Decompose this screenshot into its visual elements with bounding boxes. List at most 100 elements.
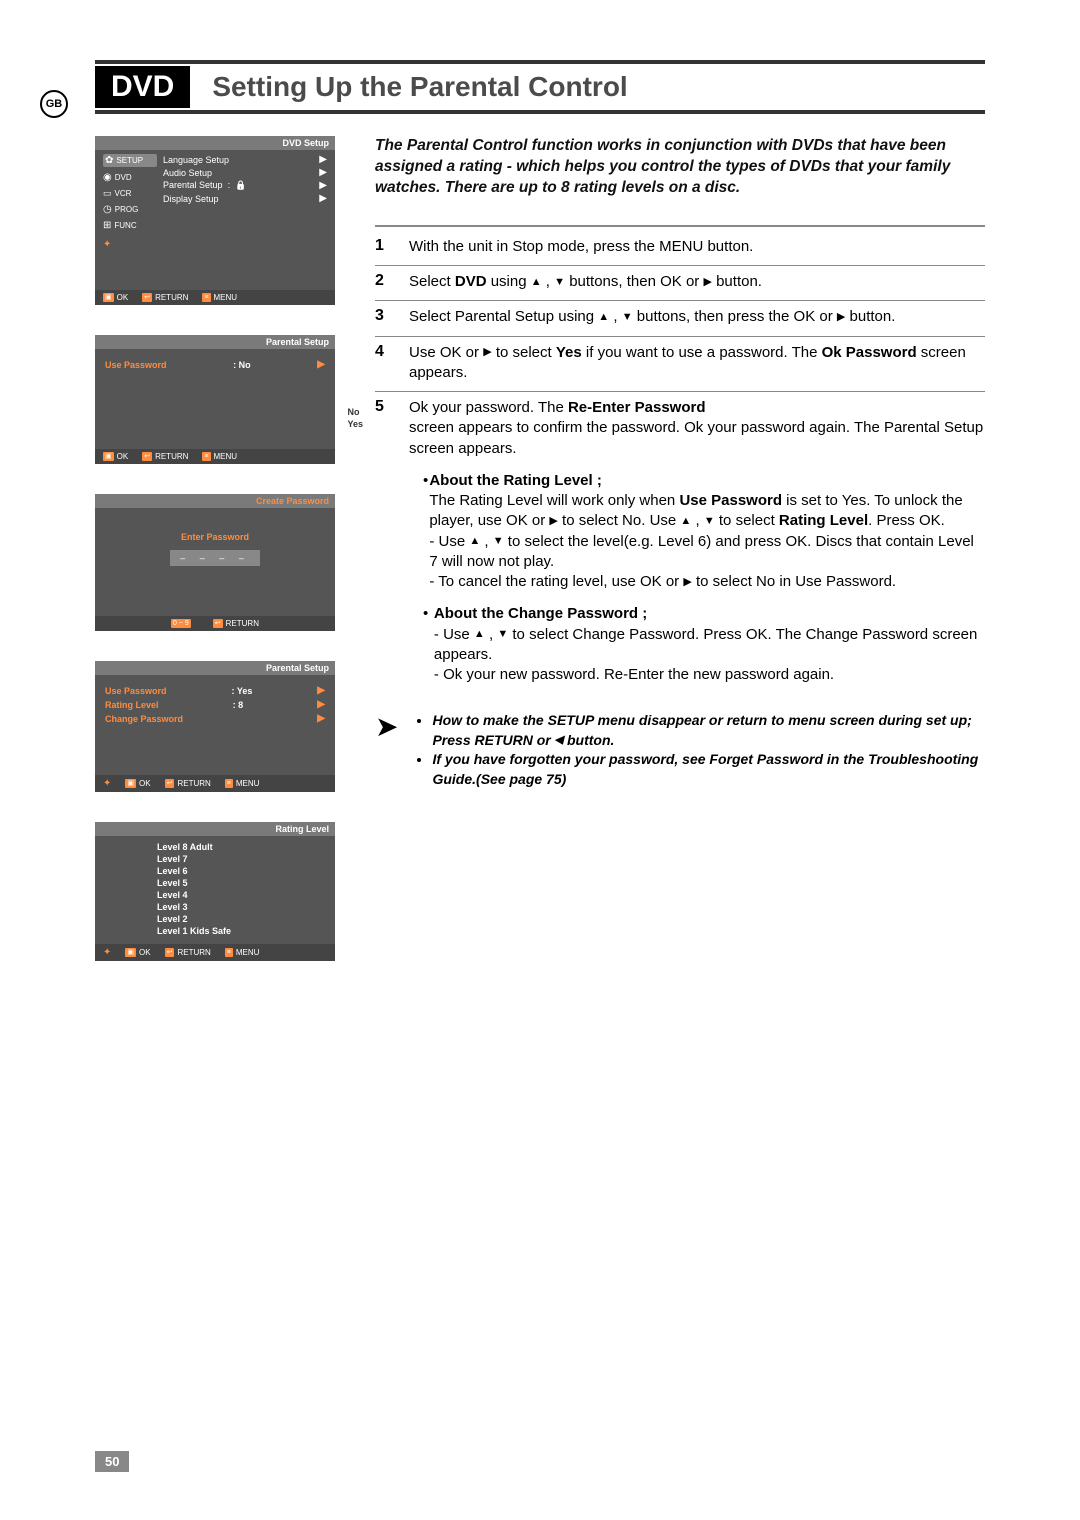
level-7: Level 7: [157, 854, 335, 864]
right-triangle-icon: ▶: [317, 359, 325, 370]
return-icon: ↩: [165, 948, 175, 957]
page-header: DVD Setting Up the Parental Control: [95, 60, 985, 114]
dpad-icon: [103, 778, 111, 789]
step-number: 5: [375, 398, 409, 685]
menu-icon: ≡: [225, 779, 233, 788]
option-yes: Yes: [347, 419, 363, 431]
dpad-icon: [103, 239, 111, 250]
footer-menu: MENU: [236, 779, 260, 788]
right-triangle-icon: ▶: [483, 345, 491, 360]
footer-return: RETURN: [226, 619, 259, 628]
osd-title: DVD Setup: [282, 138, 329, 148]
sub-heading: About the Change Password ;: [434, 605, 647, 622]
step-2: 2 Select DVD using ▲ , ▼ buttons, then O…: [375, 266, 985, 301]
osd-rating-level: Rating Level Level 8 Adult Level 7 Level…: [95, 822, 335, 961]
row-change-password: Change Password: [105, 714, 183, 724]
level-6: Level 6: [157, 866, 335, 876]
sidebar-item-dvd: DVD: [115, 173, 132, 182]
footer-menu: MENU: [214, 452, 238, 461]
right-triangle-icon: ▶: [319, 180, 327, 191]
gear-icon: [105, 155, 113, 166]
page-title: Setting Up the Parental Control: [212, 71, 627, 103]
down-triangle-icon: ▼: [622, 310, 633, 325]
right-triangle-icon: ▶: [319, 167, 327, 178]
menu-icon: ≡: [225, 948, 233, 957]
step-text: Ok your password. The Re-Enter Password …: [409, 398, 985, 685]
sidebar-item-prog: PROG: [115, 205, 139, 214]
return-icon: ↩: [142, 293, 152, 302]
row-rating-level-value: : 8: [233, 700, 244, 710]
footer-return: RETURN: [177, 948, 210, 957]
disc-icon: [103, 172, 112, 183]
note-item: How to make the SETUP menu disappear or …: [432, 711, 985, 750]
footer-ok: OK: [117, 452, 129, 461]
range-icon: 0 ~ 9: [171, 619, 191, 628]
note-arrow-icon: ➤: [375, 711, 398, 789]
step-number: 4: [375, 343, 409, 384]
ok-icon: ▣: [125, 779, 136, 788]
down-triangle-icon: ▼: [704, 514, 715, 529]
osd-title: Parental Setup: [266, 663, 329, 673]
option-no: No: [347, 407, 363, 419]
osd-parental-setup-2: Parental Setup Use Password: Yes▶ Rating…: [95, 661, 335, 792]
step-text: Select Parental Setup using ▲ , ▼ button…: [409, 307, 895, 327]
ok-icon: ▣: [125, 948, 136, 957]
row-use-password: Use Password: [105, 686, 167, 696]
step-4: 4 Use OK or ▶ to select Yes if you want …: [375, 337, 985, 393]
up-triangle-icon: ▲: [598, 310, 609, 325]
footer-return: RETURN: [155, 452, 188, 461]
osd-create-password: Create Password Enter Password – – – – 0…: [95, 494, 335, 631]
section-badge: DVD: [95, 66, 190, 108]
step-5: 5 Ok your password. The Re-Enter Passwor…: [375, 392, 985, 693]
step-text: Use OK or ▶ to select Yes if you want to…: [409, 343, 985, 384]
step-text: Select DVD using ▲ , ▼ buttons, then OK …: [409, 272, 762, 292]
side-options: No Yes: [347, 407, 363, 430]
right-triangle-icon: ▶: [317, 713, 325, 724]
up-triangle-icon: ▲: [474, 627, 485, 642]
func-icon: [103, 220, 111, 231]
password-field: – – – –: [170, 550, 260, 566]
sidebar-item-func: FUNC: [114, 221, 136, 230]
right-triangle-icon: ▶: [703, 275, 711, 290]
right-triangle-icon: ▶: [319, 193, 327, 204]
step-number: 1: [375, 237, 409, 257]
osd-parental-setup-1: Parental Setup No Yes Use Password : No …: [95, 335, 335, 464]
left-triangle-icon: ◀: [555, 733, 563, 748]
clock-icon: [103, 204, 112, 215]
level-5: Level 5: [157, 878, 335, 888]
up-triangle-icon: ▲: [531, 275, 542, 290]
menu-language-setup: Language Setup: [163, 155, 229, 165]
menu-display-setup: Display Setup: [163, 194, 219, 204]
osd-title: Parental Setup: [266, 337, 329, 347]
level-3: Level 3: [157, 902, 335, 912]
step-number: 3: [375, 307, 409, 327]
right-triangle-icon: ▶: [549, 514, 557, 529]
osd-title: Create Password: [256, 496, 329, 506]
down-triangle-icon: ▼: [497, 627, 508, 642]
level-1: Level 1 Kids Safe: [157, 926, 335, 936]
footer-ok: OK: [139, 948, 151, 957]
footer-ok: OK: [117, 293, 129, 302]
right-triangle-icon: ▶: [319, 154, 327, 165]
right-triangle-icon: ▶: [317, 699, 325, 710]
ok-icon: ▣: [103, 452, 114, 461]
note-item: If you have forgotten your password, see…: [432, 750, 985, 789]
footer-return: RETURN: [177, 779, 210, 788]
level-4: Level 4: [157, 890, 335, 900]
right-triangle-icon: ▶: [317, 685, 325, 696]
step-text: With the unit in Stop mode, press the ME…: [409, 237, 753, 257]
menu-audio-setup: Audio Setup: [163, 168, 212, 178]
return-icon: ↩: [142, 452, 152, 461]
footer-menu: MENU: [214, 293, 238, 302]
up-triangle-icon: ▲: [469, 534, 480, 549]
dpad-icon: [103, 947, 111, 958]
step-number: 2: [375, 272, 409, 292]
enter-password-label: Enter Password: [105, 532, 325, 542]
sidebar-item-vcr: VCR: [115, 189, 132, 198]
row-use-password-value: : Yes: [231, 686, 252, 696]
tape-icon: [103, 188, 112, 199]
footer-menu: MENU: [236, 948, 260, 957]
level-2: Level 2: [157, 914, 335, 924]
osd-dvd-setup: DVD Setup SETUP DVD VCR PROG FUNC Langua…: [95, 136, 335, 305]
return-icon: ↩: [213, 619, 223, 628]
